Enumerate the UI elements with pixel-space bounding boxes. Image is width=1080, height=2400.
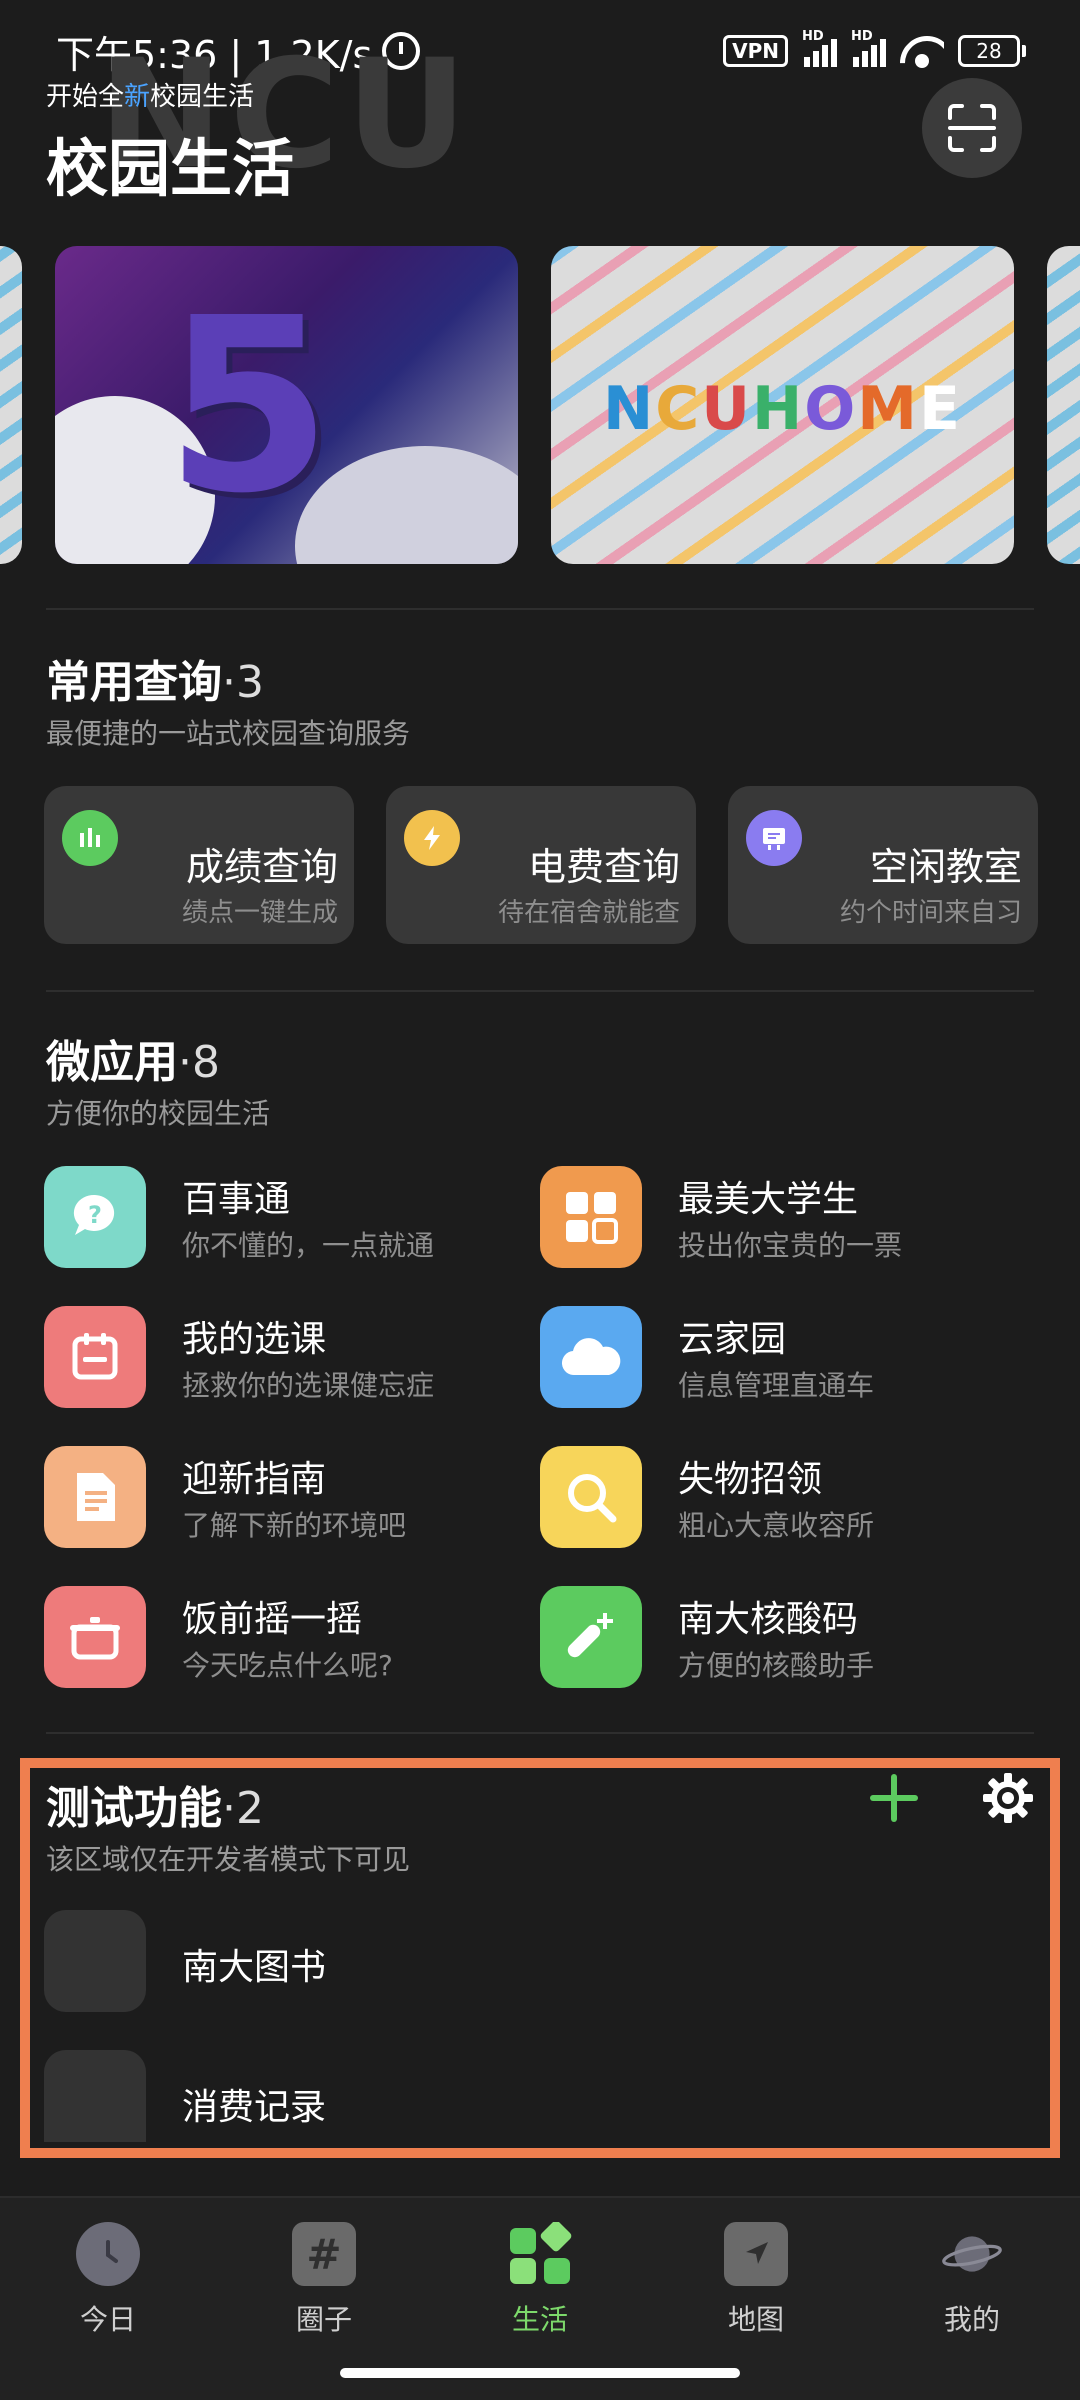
subtitle-prefix: 开始全 — [46, 82, 125, 112]
query-card-name: 成绩查询 — [185, 845, 338, 889]
banner-ncuhome[interactable]: NCUHOME — [551, 246, 1014, 564]
banner-five-text: 5 — [165, 266, 332, 546]
records-icon — [44, 2050, 146, 2142]
app-my-courses[interactable]: 我的选课 拯救你的选课健忘症 — [44, 1306, 504, 1410]
tab-label: 地图 — [727, 2303, 784, 2336]
app-name: 我的选课 — [182, 1319, 327, 1360]
svg-text:?: ? — [88, 1201, 102, 1229]
app-desc: 方便的核酸助手 — [678, 1649, 875, 1682]
app-cloud-home[interactable]: 云家园 信息管理直通车 — [540, 1306, 1030, 1410]
subtitle-highlight: 新 — [124, 82, 151, 112]
query-card-desc: 待在宿舍就能查 — [497, 898, 680, 928]
section-title-micro-apps: 微应用·8 — [46, 1037, 220, 1088]
section-title-test-features: 测试功能·2 — [46, 1783, 264, 1834]
document-icon — [44, 1446, 146, 1548]
calendar-icon — [44, 1306, 146, 1408]
banner-prev-edge[interactable] — [0, 246, 22, 564]
app-meal-shake[interactable]: 饭前摇一摇 今天吃点什么呢? — [44, 1586, 504, 1690]
app-desc: 粗心大意收容所 — [678, 1509, 875, 1542]
home-indicator[interactable] — [340, 2368, 740, 2378]
app-desc: 投出你宝贵的一票 — [678, 1229, 903, 1262]
map-icon — [724, 2222, 788, 2286]
banner-anniversary[interactable]: 5 — [55, 246, 518, 564]
app-nucleic-acid-code[interactable]: 南大核酸码 方便的核酸助手 — [540, 1586, 1030, 1690]
app-baishitong[interactable]: ? 百事通 你不懂的，一点就通 — [44, 1166, 504, 1270]
settings-gear-icon[interactable] — [980, 1770, 1036, 1826]
app-desc: 拯救你的选课健忘症 — [182, 1369, 435, 1402]
magnifier-icon — [540, 1446, 642, 1548]
app-name: 饭前摇一摇 — [182, 1599, 363, 1640]
cloud-icon — [540, 1306, 642, 1408]
tab-life[interactable]: 生活 — [470, 2222, 610, 2342]
app-lost-and-found[interactable]: 失物招领 粗心大意收容所 — [540, 1446, 1030, 1550]
query-card-desc: 绩点一键生成 — [181, 898, 338, 928]
tab-circle[interactable]: # 圈子 — [254, 2222, 394, 2342]
tab-label: 圈子 — [295, 2303, 352, 2336]
divider — [46, 990, 1034, 992]
divider — [46, 608, 1034, 610]
wifi-icon — [900, 34, 944, 68]
app-name: 百事通 — [182, 1179, 291, 1220]
hd-label: HD — [851, 29, 873, 44]
app-desc: 你不懂的，一点就通 — [182, 1229, 435, 1262]
app-name: 失物招领 — [678, 1459, 823, 1500]
app-name: 云家园 — [678, 1319, 787, 1360]
app-most-beautiful-student[interactable]: 最美大学生 投出你宝贵的一票 — [540, 1166, 1030, 1270]
app-name: 南大核酸码 — [678, 1599, 859, 1640]
question-icon: ? — [44, 1166, 146, 1268]
tab-mine[interactable]: 我的 — [902, 2222, 1042, 2342]
query-card-grades[interactable]: 成绩查询 绩点一键生成 — [44, 786, 354, 944]
test-item-name: 南大图书 — [182, 1947, 327, 1988]
test-item-name: 消费记录 — [182, 2087, 327, 2128]
app-desc: 今天吃点什么呢? — [182, 1649, 393, 1682]
board-icon — [746, 810, 802, 866]
battery-icon: 28 — [958, 35, 1026, 67]
test-tube-icon — [540, 1586, 642, 1688]
banner-next-edge[interactable] — [1047, 246, 1080, 564]
app-name: 迎新指南 — [182, 1459, 327, 1500]
section-title-common-query: 常用查询·3 — [46, 657, 264, 708]
query-card-desc: 约个时间来自习 — [839, 898, 1022, 928]
app-freshman-guide[interactable]: 迎新指南 了解下新的环境吧 — [44, 1446, 504, 1550]
tab-map[interactable]: 地图 — [686, 2222, 826, 2342]
query-card-name: 空闲教室 — [869, 845, 1022, 889]
chart-icon — [62, 810, 118, 866]
divider — [46, 1732, 1034, 1734]
query-card-electricity[interactable]: 电费查询 待在宿舍就能查 — [386, 786, 696, 944]
app-name: 最美大学生 — [678, 1179, 859, 1220]
tab-label: 生活 — [511, 2303, 568, 2336]
app-desc: 信息管理直通车 — [678, 1369, 875, 1402]
pot-icon — [44, 1586, 146, 1688]
query-card-classroom[interactable]: 空闲教室 约个时间来自习 — [728, 786, 1038, 944]
subtitle-suffix: 校园生活 — [150, 82, 255, 112]
clock-icon — [76, 2222, 140, 2286]
section-subtitle-common-query: 最便捷的一站式校园查询服务 — [46, 717, 411, 750]
battery-level: 28 — [958, 35, 1020, 67]
page-title: 校园生活 — [46, 132, 295, 205]
lightning-icon — [404, 810, 460, 866]
tab-today[interactable]: 今日 — [38, 2222, 178, 2342]
tab-label: 今日 — [79, 2303, 136, 2336]
scan-button[interactable] — [922, 78, 1022, 178]
query-card-name: 电费查询 — [527, 845, 680, 889]
section-subtitle-test-features: 该区域仅在开发者模式下可见 — [46, 1843, 411, 1876]
planet-icon — [940, 2222, 1004, 2286]
ncuhome-logo: NCUHOME — [603, 374, 962, 444]
status-icons: VPN HD HD 28 — [723, 29, 1026, 68]
signal-icon: HD — [802, 29, 837, 67]
library-icon — [44, 1910, 146, 2012]
apps-icon — [508, 2222, 572, 2286]
add-icon[interactable] — [866, 1770, 922, 1826]
grid-icon — [540, 1166, 642, 1268]
app-desc: 了解下新的环境吧 — [182, 1509, 407, 1542]
signal-icon: HD — [851, 29, 886, 67]
hd-label: HD — [802, 29, 824, 44]
section-subtitle-micro-apps: 方便你的校园生活 — [46, 1097, 271, 1130]
vpn-badge: VPN — [723, 35, 788, 67]
hash-icon: # — [292, 2222, 356, 2286]
header-subtitle: 开始全新校园生活 — [46, 76, 254, 113]
scan-icon — [948, 104, 996, 152]
tab-label: 我的 — [943, 2303, 1000, 2336]
